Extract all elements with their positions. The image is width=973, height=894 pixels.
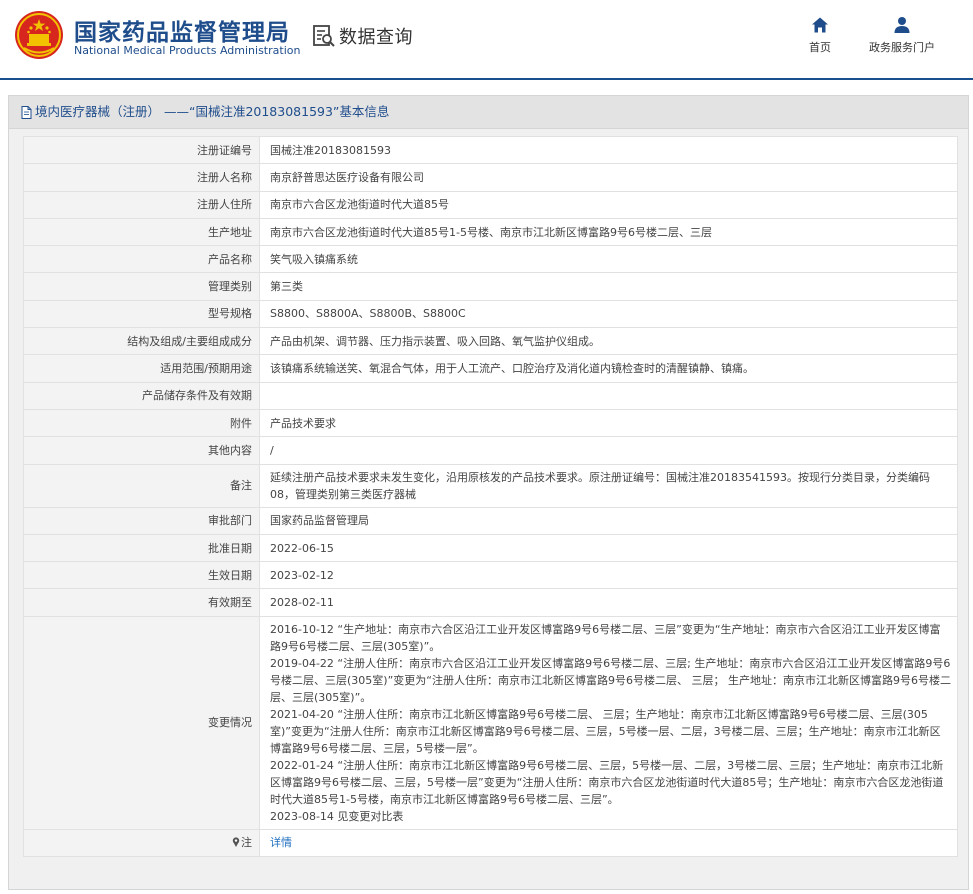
field-label: 注册人名称 xyxy=(23,163,260,192)
field-value: 2022-06-15 xyxy=(259,533,958,563)
change-history: 2016-10-12 “生产地址：南京市六合区沿江工业开发区博富路9号6号楼二层… xyxy=(259,615,958,830)
nav-gov-service-portal[interactable]: 政务服务门户 xyxy=(869,16,935,55)
pin-icon xyxy=(232,837,240,848)
basic-info-table: 注册证编号 国械注准20183081593 注册人名称 南京舒普思达医疗设备有限… xyxy=(23,135,958,858)
table-row: 生效日期 2023-02-12 xyxy=(23,561,958,590)
note-label: 注 xyxy=(241,836,252,850)
brand-title-en: National Medical Products Administration xyxy=(74,44,301,57)
note-label-cell: 注 xyxy=(23,828,260,858)
table-row: 型号规格 S8800、S8800A、S8800B、S8800C xyxy=(23,299,958,329)
change-entry: 2023-08-14 见变更对比表 xyxy=(270,809,404,823)
field-value: 第三类 xyxy=(259,272,958,301)
table-row: 其他内容 / xyxy=(23,436,958,465)
field-label: 管理类别 xyxy=(23,272,260,301)
field-label: 备注 xyxy=(23,463,260,508)
panel-title: 境内医疗器械（注册） ——“国械注准20183081593”基本信息 xyxy=(35,104,390,119)
nav-home-label: 首页 xyxy=(809,41,831,54)
data-query-icon xyxy=(313,25,335,47)
table-row: 结构及组成/主要组成成分 产品由机架、调节器、压力指示装置、吸入回路、氧气监护仪… xyxy=(23,327,958,356)
field-value: 2028-02-11 xyxy=(259,588,958,617)
change-entry: 2019-04-22 “注册人住所：南京市六合区沿江工业开发区博富路9号6号楼二… xyxy=(270,656,951,704)
nav-portal-label: 政务服务门户 xyxy=(869,41,935,54)
field-value: 延续注册产品技术要求未发生变化，沿用原核发的产品技术要求。原注册证编号：国械注准… xyxy=(259,463,958,508)
table-row: 有效期至 2028-02-11 xyxy=(23,588,958,617)
field-label: 其他内容 xyxy=(23,436,260,465)
change-entry: 2021-04-20 “注册人住所：南京市江北新区博富路9号6号楼二层、 三层；… xyxy=(270,707,941,755)
field-label: 注册证编号 xyxy=(23,135,260,165)
field-value: / xyxy=(259,436,958,465)
field-value: 南京市六合区龙池街道时代大道85号 xyxy=(259,190,958,219)
change-entry: 2016-10-12 “生产地址：南京市六合区沿江工业开发区博富路9号6号楼二层… xyxy=(270,622,941,653)
table-row: 备注 延续注册产品技术要求未发生变化，沿用原核发的产品技术要求。原注册证编号：国… xyxy=(23,463,958,508)
table-row: 注册人名称 南京舒普思达医疗设备有限公司 xyxy=(23,163,958,192)
table-row-note: 注 详情 xyxy=(23,828,958,858)
field-label: 批准日期 xyxy=(23,533,260,563)
field-value: 国家药品监督管理局 xyxy=(259,506,958,535)
field-label: 有效期至 xyxy=(23,588,260,617)
table-row: 产品名称 笑气吸入镇痛系统 xyxy=(23,245,958,274)
brand-title-cn: 国家药品监督管理局 xyxy=(74,19,290,46)
national-emblem-icon xyxy=(15,11,63,59)
table-row: 批准日期 2022-06-15 xyxy=(23,533,958,563)
user-icon xyxy=(894,17,910,33)
detail-link[interactable]: 详情 xyxy=(270,836,292,849)
field-label: 生效日期 xyxy=(23,561,260,590)
table-row-changes: 变更情况 2016-10-12 “生产地址：南京市六合区沿江工业开发区博富路9号… xyxy=(23,615,958,830)
field-value: 2023-02-12 xyxy=(259,561,958,590)
panel-title-bar: 境内医疗器械（注册） ——“国械注准20183081593”基本信息 xyxy=(9,96,968,129)
field-label: 结构及组成/主要组成成分 xyxy=(23,327,260,356)
field-value: 产品技术要求 xyxy=(259,408,958,438)
table-row: 注册人住所 南京市六合区龙池街道时代大道85号 xyxy=(23,190,958,219)
field-value: 该镇痛系统输送笑、氧混合气体，用于人工流产、口腔治疗及消化道内镜检查时的清醒镇静… xyxy=(259,354,958,383)
document-icon xyxy=(21,105,32,119)
field-label: 型号规格 xyxy=(23,299,260,329)
field-label: 产品储存条件及有效期 xyxy=(23,381,260,410)
module-title-group: 数据查询 xyxy=(312,22,413,50)
table-row: 注册证编号 国械注准20183081593 xyxy=(23,135,958,165)
field-label: 产品名称 xyxy=(23,245,260,274)
field-label: 变更情况 xyxy=(23,615,260,830)
field-label: 生产地址 xyxy=(23,217,260,247)
nav-home[interactable]: 首页 xyxy=(809,16,831,55)
field-label: 附件 xyxy=(23,408,260,438)
site-header: 国家药品监督管理局 National Medical Products Admi… xyxy=(0,0,973,80)
table-row: 附件 产品技术要求 xyxy=(23,408,958,438)
table-row: 管理类别 第三类 xyxy=(23,272,958,301)
field-label: 注册人住所 xyxy=(23,190,260,219)
field-value: 笑气吸入镇痛系统 xyxy=(259,245,958,274)
table-row: 产品储存条件及有效期 xyxy=(23,381,958,410)
field-label: 审批部门 xyxy=(23,506,260,535)
field-value: 国械注准20183081593 xyxy=(259,135,958,165)
home-icon xyxy=(812,17,828,33)
note-value-cell: 详情 xyxy=(259,828,958,858)
field-value: 南京舒普思达医疗设备有限公司 xyxy=(259,163,958,192)
field-value xyxy=(259,381,958,410)
field-value: 南京市六合区龙池街道时代大道85号1-5号楼、南京市江北新区博富路9号6号楼二层… xyxy=(259,217,958,247)
table-row: 适用范围/预期用途 该镇痛系统输送笑、氧混合气体，用于人工流产、口腔治疗及消化道… xyxy=(23,354,958,383)
table-row: 审批部门 国家药品监督管理局 xyxy=(23,506,958,535)
detail-panel: 境内医疗器械（注册） ——“国械注准20183081593”基本信息 注册证编号… xyxy=(8,95,969,890)
module-title: 数据查询 xyxy=(339,27,413,48)
field-value: S8800、S8800A、S8800B、S8800C xyxy=(259,299,958,329)
table-row: 生产地址 南京市六合区龙池街道时代大道85号1-5号楼、南京市江北新区博富路9号… xyxy=(23,217,958,247)
change-entry: 2022-01-24 “注册人住所：南京市江北新区博富路9号6号楼二层、三层，5… xyxy=(270,758,944,806)
field-value: 产品由机架、调节器、压力指示装置、吸入回路、氧气监护仪组成。 xyxy=(259,327,958,356)
field-label: 适用范围/预期用途 xyxy=(23,354,260,383)
